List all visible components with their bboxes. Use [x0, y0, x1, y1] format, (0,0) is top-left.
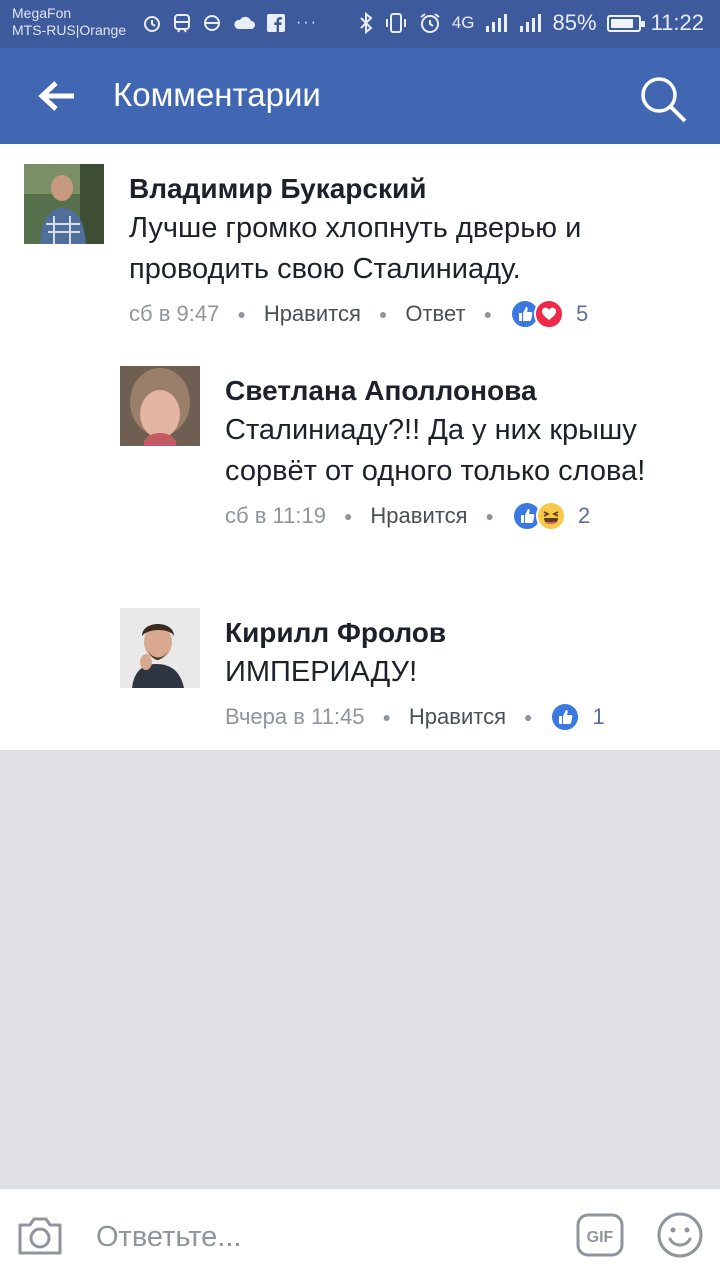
like-link[interactable]: Нравится [409, 704, 506, 730]
gif-button[interactable]: GIF [576, 1213, 624, 1257]
comment-author[interactable]: Кирилл Фролов [225, 616, 695, 650]
facebook-notification-icon [267, 14, 285, 32]
love-reaction-icon [534, 299, 565, 329]
comment-meta: Вчера в 11:45 ● Нравится ● 1 [225, 701, 695, 733]
comment-body: Владимир Букарский Лучше громко хлопнуть… [129, 172, 689, 330]
cloud-icon [234, 16, 255, 29]
like-link[interactable]: Нравится [370, 503, 467, 529]
haha-reaction-icon [535, 501, 566, 531]
comment-text: Сталиниаду?!! Да у них крышу сорвёт от о… [225, 414, 646, 487]
arrow-left-icon[interactable] [36, 78, 76, 114]
system-status: 4G 85% 11:22 [358, 10, 704, 36]
comment-body: Кирилл Фролов ИМПЕРИАДУ! Вчера в 11:45 ●… [225, 616, 695, 733]
network-type: 4G [451, 13, 475, 32]
battery-percent: 85% [552, 10, 597, 35]
carrier-info: MegaFon MTS-RUS|Orange [12, 5, 126, 39]
carrier-2: MTS-RUS|Orange [12, 22, 127, 38]
comment-time: Вчера в 11:45 [225, 704, 365, 729]
signal-icon [485, 14, 507, 32]
reply-link[interactable]: Ответ [405, 301, 465, 327]
clock-notification-icon [204, 15, 220, 31]
search-icon[interactable] [638, 74, 688, 124]
comment-time: сб в 11:19 [225, 503, 326, 528]
train-icon [174, 14, 190, 33]
separator-dot: ● [237, 306, 246, 322]
clock: 11:22 [650, 10, 704, 35]
avatar[interactable] [120, 366, 200, 446]
separator-dot: ● [343, 508, 353, 524]
reply-input[interactable] [96, 1217, 516, 1257]
comment-body: Светлана Аполлонова Сталиниаду?!! Да у н… [225, 374, 695, 532]
page-title: Комментарии [113, 76, 321, 113]
separator-dot: ● [382, 709, 391, 725]
reply-comment: Светлана Аполлонова Сталиниаду?!! Да у н… [0, 346, 720, 586]
separator-dot: ● [524, 709, 533, 725]
reactions[interactable]: 1 [550, 702, 605, 732]
smiley-icon[interactable] [656, 1211, 704, 1259]
vibrate-icon [385, 13, 406, 33]
reactions[interactable]: 2 [511, 501, 591, 531]
camera-icon[interactable] [16, 1215, 64, 1257]
reaction-count: 2 [577, 503, 591, 528]
notification-icons: ··· [142, 12, 318, 34]
reaction-count: 1 [592, 704, 605, 729]
carrier-1: MegaFon [12, 5, 72, 21]
reply-composer: GIF [0, 1188, 720, 1280]
comment: Владимир Букарский Лучше громко хлопнуть… [0, 144, 720, 344]
like-reaction-icon [550, 702, 581, 732]
comment-author[interactable]: Владимир Букарский [129, 172, 689, 206]
separator-dot: ● [378, 306, 388, 322]
separator-dot: ● [483, 306, 493, 322]
comment-text: Лучше громко хлопнуть дверью и проводить… [129, 212, 582, 285]
signal-2-icon [519, 14, 541, 32]
comment-time: сб в 9:47 [129, 301, 220, 326]
reactions[interactable]: 5 [510, 299, 588, 329]
reaction-count: 5 [576, 301, 589, 326]
avatar[interactable] [120, 608, 200, 688]
more-notifications-icon: ··· [296, 14, 318, 31]
status-bar: MegaFon MTS-RUS|Orange ··· 4G 85% 11:22 [0, 0, 720, 48]
separator-dot: ● [485, 508, 494, 524]
bluetooth-icon [360, 11, 373, 35]
comment-meta: сб в 11:19 ● Нравится ● 2 [225, 500, 695, 532]
alarm-notification-icon [144, 16, 160, 32]
app-bar: Комментарии [0, 48, 720, 144]
battery-icon [606, 14, 645, 32]
like-link[interactable]: Нравится [264, 301, 361, 327]
comment-author[interactable]: Светлана Аполлонова [225, 374, 695, 408]
reply-comment: Кирилл Фролов ИМПЕРИАДУ! Вчера в 11:45 ●… [0, 588, 720, 748]
alarm-icon [420, 13, 440, 33]
gif-label: GIF [587, 1229, 614, 1246]
comment-meta: сб в 9:47 ● Нравится ● Ответ ● 5 [129, 298, 689, 330]
avatar[interactable] [24, 164, 104, 244]
comment-text: ИМПЕРИАДУ! [225, 656, 418, 688]
comments-list: Владимир Букарский Лучше громко хлопнуть… [0, 144, 720, 750]
